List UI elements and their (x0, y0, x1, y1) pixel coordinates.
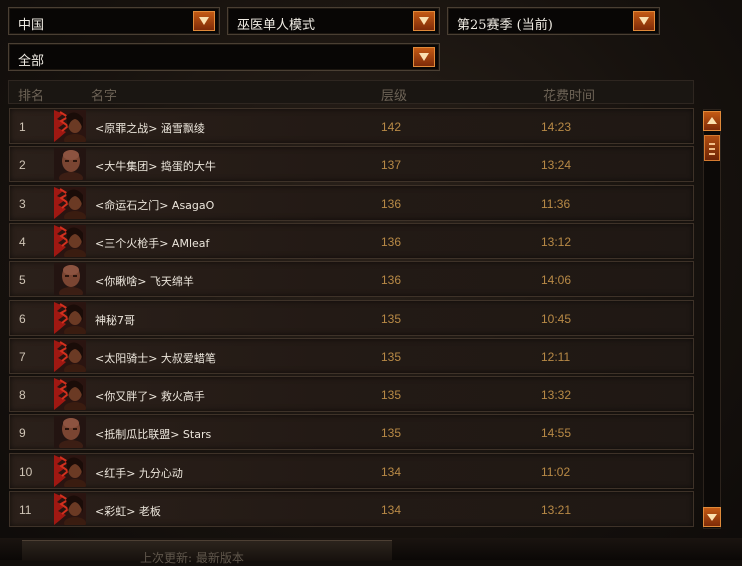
table-row[interactable]: 2 <大牛集团> 捣蛋的大牛 137 13:24 (9, 146, 694, 183)
time-column-header: 花费时间 (543, 89, 596, 104)
rank-cell: 4 (19, 234, 26, 249)
hero-portrait-icon (54, 378, 86, 411)
season-value: 第25赛季 (当前) (457, 18, 553, 33)
scroll-up-button[interactable] (703, 111, 721, 131)
hero-portrait-icon (54, 186, 86, 219)
player-name-cell: 神秘7哥 (95, 313, 135, 327)
scroll-track[interactable] (703, 109, 721, 529)
tier-cell: 136 (381, 196, 402, 211)
hero-portrait-icon (54, 301, 86, 334)
chevron-down-icon[interactable] (633, 11, 655, 31)
time-cell: 13:32 (541, 388, 572, 403)
player-name-cell: <红手> 九分心动 (95, 466, 183, 480)
time-cell: 11:02 (541, 464, 571, 479)
table-row[interactable]: 4 <三个火枪手> AMleaf 136 13:12 (9, 222, 694, 259)
table-row[interactable]: 1 <原罪之战> 涵雪飘绫 142 14:23 (9, 108, 694, 144)
rank-cell: 3 (19, 196, 26, 211)
scroll-down-button[interactable] (703, 507, 721, 527)
player-name-cell: <三个火枪手> AMleaf (95, 236, 210, 250)
table-row[interactable]: 5 <你瞅啥> 飞天绵羊 136 14:06 (9, 261, 694, 298)
tier-cell: 135 (381, 426, 402, 441)
tier-cell: 135 (381, 388, 402, 403)
player-name-cell: <你瞅啥> 飞天绵羊 (95, 275, 194, 289)
leaderboard-header: 排名 名字 层级 花费时间 (8, 80, 694, 104)
hero-portrait-icon (54, 148, 86, 181)
tier-cell: 135 (381, 311, 402, 326)
rank-cell: 10 (19, 464, 33, 479)
player-name-cell: <命运石之门> AsagaO (95, 198, 215, 212)
region-dropdown[interactable]: 中国 (8, 7, 220, 35)
rank-cell: 2 (19, 158, 26, 173)
scroll-thumb[interactable] (704, 135, 720, 161)
player-name-cell: <彩虹> 老板 (95, 505, 161, 518)
arrow-up-icon (707, 117, 717, 124)
leaderboard-list[interactable]: 1 <原罪之战> 涵雪飘绫 142 14:23 2 <大牛集团> 捣蛋的大牛 137 13:2… (9, 108, 694, 532)
time-cell: 13:12 (541, 234, 572, 249)
time-cell: 12:11 (541, 349, 571, 364)
player-name-cell: <大牛集团> 捣蛋的大牛 (95, 160, 216, 174)
tier-cell: 135 (381, 349, 402, 364)
mode-dropdown[interactable]: 巫医单人模式 (227, 7, 440, 35)
tier-cell: 137 (381, 158, 402, 173)
chevron-down-icon[interactable] (413, 47, 435, 67)
chevron-down-icon[interactable] (413, 11, 435, 31)
region-value: 中国 (18, 18, 45, 33)
season-dropdown[interactable]: 第25赛季 (当前) (447, 7, 660, 35)
table-row[interactable]: 3 <命运石之门> AsagaO 136 11:36 (9, 184, 694, 221)
time-cell: 10:45 (541, 311, 572, 326)
hero-portrait-icon (54, 110, 86, 142)
hero-portrait-icon (54, 224, 86, 257)
tier-column-header: 层级 (381, 89, 408, 104)
time-cell: 14:06 (541, 273, 572, 288)
tier-cell: 136 (381, 273, 402, 288)
scrollbar[interactable] (701, 109, 723, 529)
rank-cell: 8 (19, 388, 26, 403)
table-row[interactable]: 9 <抵制瓜比联盟> Stars 135 14:55 (9, 414, 694, 451)
tier-cell: 134 (381, 503, 402, 517)
class-dropdown[interactable]: 全部 (8, 43, 440, 71)
player-name-cell: <原罪之战> 涵雪飘绫 (95, 122, 205, 135)
rank-cell: 6 (19, 311, 26, 326)
rank-cell: 5 (19, 273, 26, 288)
time-cell: 13:21 (541, 503, 572, 517)
tier-cell: 134 (381, 464, 402, 479)
tier-cell: 136 (381, 234, 402, 249)
table-row[interactable]: 10 <红手> 九分心动 134 11:02 (9, 452, 694, 489)
footer-text: 上次更新: 最新版本 (140, 551, 244, 565)
class-value: 全部 (18, 54, 45, 69)
table-row[interactable]: 6 神秘7哥 135 10:45 (9, 299, 694, 336)
time-cell: 11:36 (541, 196, 571, 211)
arrow-down-icon (707, 514, 717, 521)
table-row[interactable]: 7 <太阳骑士> 大叔爱蜡笔 135 12:11 (9, 337, 694, 374)
table-row[interactable]: 8 <你又胖了> 救火高手 135 13:32 (9, 376, 694, 413)
hero-portrait-icon (54, 416, 86, 449)
rank-column-header: 排名 (18, 89, 45, 104)
hero-portrait-icon (54, 454, 86, 487)
rank-cell: 11 (19, 503, 32, 517)
rank-cell: 1 (19, 120, 26, 134)
mode-value: 巫医单人模式 (237, 18, 316, 33)
table-row[interactable]: 11 <彩虹> 老板 134 13:21 (9, 491, 694, 527)
hero-portrait-icon (54, 339, 86, 372)
chevron-down-icon[interactable] (193, 11, 215, 31)
rank-cell: 7 (19, 349, 26, 364)
name-column-header: 名字 (91, 89, 118, 104)
hero-portrait-icon (54, 493, 86, 525)
tier-cell: 142 (381, 120, 402, 134)
player-name-cell: <太阳骑士> 大叔爱蜡笔 (95, 351, 216, 365)
time-cell: 14:23 (541, 120, 572, 134)
player-name-cell: <抵制瓜比联盟> Stars (95, 428, 212, 442)
time-cell: 13:24 (541, 158, 572, 173)
player-name-cell: <你又胖了> 救火高手 (95, 390, 205, 404)
rank-cell: 9 (19, 426, 26, 441)
hero-portrait-icon (54, 263, 86, 296)
time-cell: 14:55 (541, 426, 572, 441)
